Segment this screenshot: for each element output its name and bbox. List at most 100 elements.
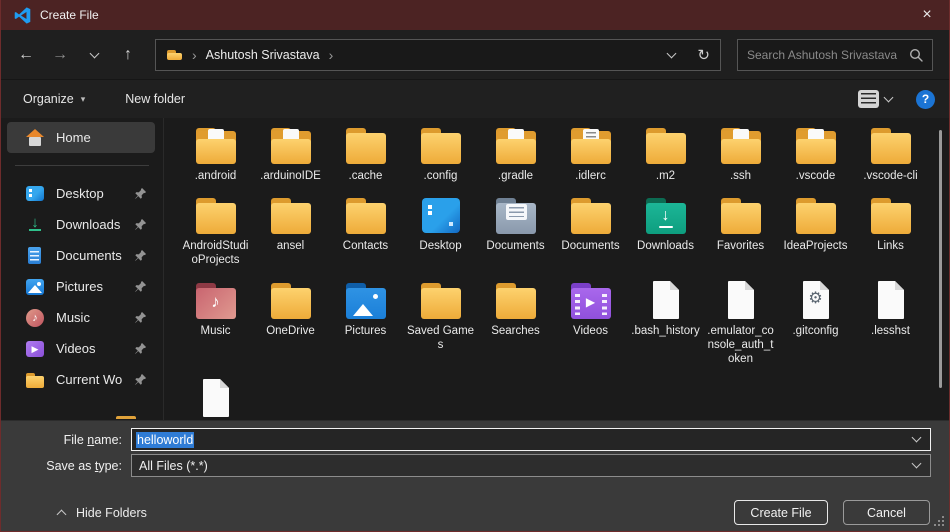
file-item[interactable]: ⚙ .gitconfig [778,280,853,378]
file-name-input[interactable]: helloworld [131,428,931,451]
forward-button[interactable]: → [43,40,77,70]
folder-doc-icon [268,125,314,165]
folder-idle-icon [568,125,614,165]
file-item[interactable]: Desktop [403,195,478,280]
close-icon[interactable]: × [905,0,949,30]
file-item[interactable]: .config [403,125,478,195]
sidebar-item-home[interactable]: Home [7,122,155,153]
file-item[interactable]: .lesshst [853,280,928,378]
pin-icon[interactable] [134,280,147,293]
file-gear-icon: ⚙ [793,280,839,320]
file-item[interactable] [178,378,253,421]
back-button[interactable]: ← [9,40,43,70]
pin-icon[interactable] [134,373,147,386]
refresh-icon[interactable]: ↻ [697,46,710,64]
file-item[interactable]: Documents [553,195,628,280]
sidebar-item[interactable]: Desktop [7,178,155,209]
sidebar-item[interactable]: ♪ Music [7,302,155,333]
file-item[interactable]: Pictures [328,280,403,378]
search-input[interactable] [747,48,909,62]
folder-icon [868,195,914,235]
hide-folders-button[interactable]: Hide Folders [58,506,147,520]
folder-icon [868,125,914,165]
sidebar-item[interactable]: ↓ Downloads [7,209,155,240]
file-item[interactable]: .arduinoIDE [253,125,328,195]
sidebar-item[interactable]: Pictures [7,271,155,302]
breadcrumb-separator: › [192,47,197,63]
file-item[interactable]: Favorites [703,195,778,280]
file-icon [193,378,239,418]
file-item[interactable]: .gradle [478,125,553,195]
sidebar-item[interactable]: Documents [7,240,155,271]
organize-button[interactable]: Organize ▾ [12,85,96,113]
file-item[interactable]: ↓ Downloads [628,195,703,280]
title-bar: Create File × [1,0,949,30]
file-item[interactable]: .emulator_console_auth_token [703,280,778,378]
save-as-type-label: Save as type: [1,459,131,473]
search-icon [909,48,923,62]
folder-icon [718,195,764,235]
file-item[interactable]: OneDrive [253,280,328,378]
file-item[interactable]: ♪ Music [178,280,253,378]
downloads-icon: ↓ [25,215,45,235]
file-icon [718,280,764,320]
window-title: Create File [40,8,99,22]
pin-icon[interactable] [134,187,147,200]
pin-icon[interactable] [134,342,147,355]
search-box[interactable] [737,39,933,71]
address-bar[interactable]: › Ashutosh Srivastava › ↻ [155,39,721,71]
view-dropdown-icon[interactable] [884,93,894,103]
file-item[interactable]: ansel [253,195,328,280]
sidebar-item[interactable]: ▶ Videos [7,333,155,364]
new-folder-button[interactable]: New folder [114,85,196,113]
breadcrumb-path[interactable]: Ashutosh Srivastava [206,48,320,62]
address-dropdown-icon[interactable] [667,48,677,58]
folder-docs-gray-icon [493,195,539,235]
view-mode-icon[interactable] [858,90,879,108]
folder-icon [343,125,389,165]
folder-icon [568,195,614,235]
file-item[interactable]: Links [853,195,928,280]
file-name-label: File name: [1,433,131,447]
file-item[interactable]: .m2 [628,125,703,195]
recent-locations-button[interactable] [77,40,111,70]
file-item[interactable]: Saved Games [403,280,478,378]
folder-icon [418,125,464,165]
file-item[interactable]: .idlerc [553,125,628,195]
up-button[interactable]: ↑ [111,40,145,70]
save-as-type-select[interactable]: All Files (*.*) [131,454,931,477]
file-item[interactable]: .android [178,125,253,195]
pin-icon[interactable] [134,218,147,231]
folder-icon [25,370,45,390]
caret-down-icon: ▾ [81,94,86,105]
file-item[interactable]: .vscode-cli [853,125,928,195]
resize-grip[interactable] [934,516,946,528]
help-button[interactable]: ? [916,90,935,109]
music-icon: ♪ [25,308,45,328]
file-item[interactable]: Documents [478,195,553,280]
vertical-scrollbar[interactable] [939,130,942,388]
file-item[interactable]: AndroidStudioProjects [178,195,253,280]
dialog-footer: File name: helloworld Save as type: All … [1,420,949,531]
file-grid: .android .arduinoIDE .cache .config .gra… [178,125,949,421]
file-item[interactable]: Searches [478,280,553,378]
folder-doc-icon [193,125,239,165]
chevron-down-icon [89,48,99,58]
pin-icon[interactable] [134,311,147,324]
file-item[interactable]: ▶ Videos [553,280,628,378]
sidebar-pinned-list: Desktop ↓ Downloads [1,178,163,395]
file-item[interactable]: .vscode [778,125,853,195]
file-item[interactable]: .cache [328,125,403,195]
file-item[interactable]: Contacts [328,195,403,280]
sidebar-item[interactable]: Current Worl [7,364,155,395]
file-item[interactable]: .ssh [703,125,778,195]
file-item[interactable]: .bash_history [628,280,703,378]
create-file-button[interactable]: Create File [734,500,828,525]
cancel-button[interactable]: Cancel [843,500,930,525]
save-as-type-dropdown-icon[interactable] [912,459,922,469]
file-icon [868,280,914,320]
file-list-area: .android .arduinoIDE .cache .config .gra… [164,118,949,421]
file-item[interactable]: IdeaProjects [778,195,853,280]
pin-icon[interactable] [134,249,147,262]
file-name-dropdown-icon[interactable] [912,433,922,443]
